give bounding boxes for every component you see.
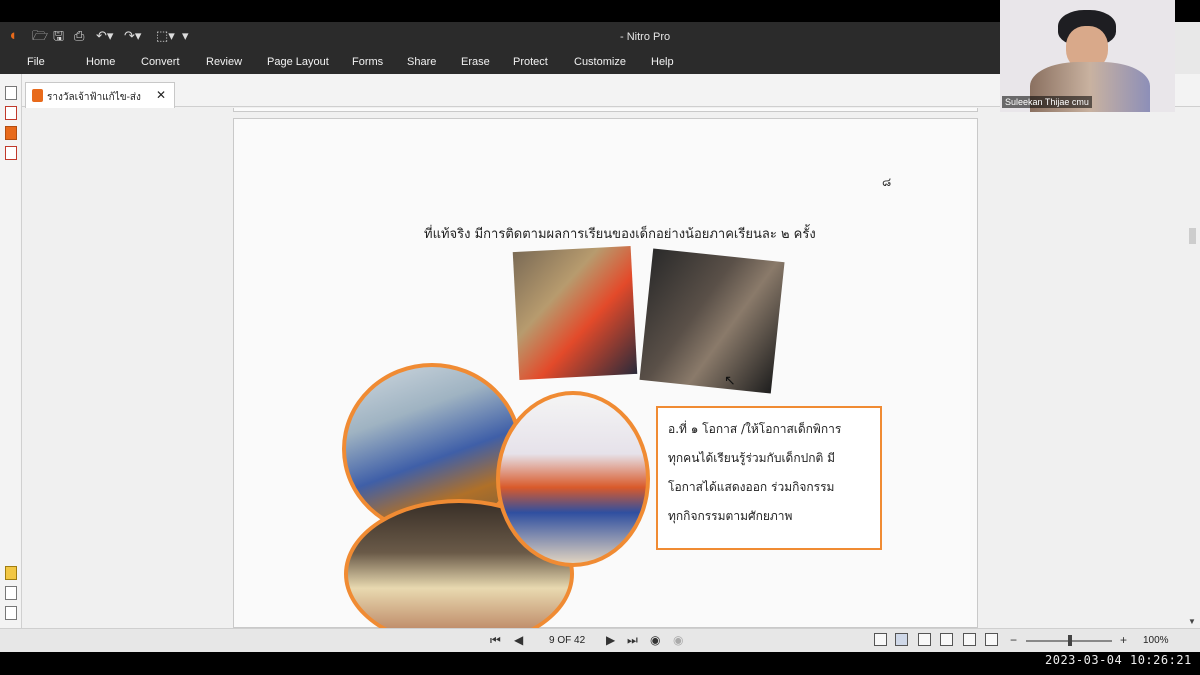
previous-page-edge (233, 108, 978, 112)
page-indicator[interactable]: 9 OF 42 (549, 635, 585, 646)
page-number: ๘ (882, 175, 892, 189)
menu-customize[interactable]: Customize (574, 56, 626, 68)
attachments-panel-icon[interactable] (5, 586, 17, 600)
menu-page-layout[interactable]: Page Layout (267, 56, 329, 68)
pages-panel-icon[interactable] (5, 86, 17, 100)
facing-view-icon[interactable] (918, 633, 931, 646)
window-title: - Nitro Pro (620, 31, 671, 43)
customize-qat-icon[interactable]: ▾ (182, 28, 189, 44)
save-icon[interactable]: 🖫 (53, 28, 64, 44)
zoom-out-icon[interactable]: − (1010, 633, 1017, 647)
print-icon[interactable]: ⎙ (74, 28, 84, 44)
menu-review[interactable]: Review (206, 56, 242, 68)
undo-icon[interactable]: ↶▾ (96, 28, 113, 44)
pdf-file-icon (32, 89, 43, 102)
status-bar: ⏮ ◀ 9 OF 42 ▶ ⏭ ◉ ◉ − + 100% (0, 628, 1200, 652)
nitro-pro-window: ◖ 🗁 🖫 ⎙ ↶▾ ↷▾ ⬚▾ ▾ - Nitro Pro File Home… (0, 22, 1200, 652)
select-tool-icon[interactable]: ⬚▾ (156, 28, 175, 44)
document-tab[interactable]: รางวัลเจ้าฟ้าแก้ไข-ส่ง ✕ (25, 82, 175, 108)
zoom-slider[interactable] (1026, 635, 1112, 646)
callout-line: ทุกกิจกรรมตามศักยภาพ (668, 509, 793, 523)
zoom-level[interactable]: 100% (1143, 635, 1169, 646)
zoom-slider-handle[interactable] (1068, 635, 1072, 646)
scroll-down-icon[interactable]: ▼ (1188, 617, 1196, 626)
fit-page-icon[interactable] (963, 633, 976, 646)
menu-home[interactable]: Home (86, 56, 115, 68)
first-page-icon[interactable]: ⏮ (490, 633, 501, 648)
webcam-name-label: Suleekan Thijae cmu (1002, 96, 1092, 108)
title-bar: ◖ 🗁 🖫 ⎙ ↶▾ ↷▾ ⬚▾ ▾ - Nitro Pro (0, 22, 1000, 52)
continuous-view-icon[interactable] (895, 633, 908, 646)
previous-view-icon[interactable]: ◉ (650, 633, 660, 647)
menu-erase[interactable]: Erase (461, 56, 490, 68)
previous-page-icon[interactable]: ◀ (514, 633, 523, 647)
photo-child-at-window (639, 248, 785, 394)
mouse-cursor-icon: ↖ (724, 372, 736, 388)
photo-teacher-with-child (512, 245, 638, 381)
nitro-logo-icon: ◖ (8, 27, 18, 44)
close-tab-icon[interactable]: ✕ (156, 88, 166, 102)
output-panel-icon[interactable] (5, 606, 17, 620)
webcam-overlay: Suleekan Thijae cmu (1000, 0, 1175, 112)
facing-continuous-view-icon[interactable] (940, 633, 953, 646)
security-panel-icon[interactable] (5, 146, 17, 160)
menu-forms[interactable]: Forms (352, 56, 383, 68)
recording-timestamp: 2023-03-04 10:26:21 (1045, 653, 1192, 667)
menu-share[interactable]: Share (407, 56, 436, 68)
page-heading: ที่แท้จริง มีการติดตามผลการเรียนของเด็กอ… (424, 227, 816, 242)
comments-panel-icon[interactable] (5, 566, 17, 580)
fit-width-icon[interactable] (985, 633, 998, 646)
menu-convert[interactable]: Convert (141, 56, 180, 68)
callout-box: อ.ที่ ๑ โอกาส /ให้โอกาสเด็กพิการ ทุกคนได… (656, 406, 882, 550)
open-folder-icon[interactable]: 🗁 (32, 28, 48, 44)
screen: ◖ 🗁 🖫 ⎙ ↶▾ ↷▾ ⬚▾ ▾ - Nitro Pro File Home… (0, 0, 1200, 675)
last-page-icon[interactable]: ⏭ (627, 633, 638, 648)
callout-line: อ.ที่ ๑ โอกาส /ให้โอกาสเด็กพิการ (668, 422, 842, 436)
scrollbar-thumb[interactable] (1189, 228, 1196, 244)
menu-protect[interactable]: Protect (513, 56, 548, 68)
document-tab-label: รางวัลเจ้าฟ้าแก้ไข-ส่ง (47, 92, 141, 103)
menu-file[interactable]: File (27, 56, 45, 68)
callout-line: โอกาสได้แสดงออก ร่วมกิจกรรม (668, 480, 835, 494)
menu-help[interactable]: Help (651, 56, 674, 68)
document-viewer[interactable]: ๘ ที่แท้จริง มีการติดตามผลการเรียนของเด็… (25, 108, 1185, 649)
next-view-icon[interactable]: ◉ (673, 633, 683, 647)
left-panel-rail (0, 74, 22, 652)
redo-icon[interactable]: ↷▾ (124, 28, 141, 44)
single-page-view-icon[interactable] (874, 633, 887, 646)
zoom-in-icon[interactable]: + (1120, 633, 1127, 647)
next-page-icon[interactable]: ▶ (606, 633, 615, 647)
callout-line: ทุกคนได้เรียนรู้ร่วมกับเด็กปกติ มี (668, 451, 835, 465)
photo-children-in-line (496, 391, 650, 567)
search-panel-icon[interactable] (5, 106, 17, 120)
menu-bar: File Home Convert Review Page Layout For… (0, 52, 1000, 74)
vertical-scrollbar[interactable]: ▼ (1185, 108, 1200, 628)
bookmarks-panel-icon[interactable] (5, 126, 17, 140)
pdf-page[interactable]: ๘ ที่แท้จริง มีการติดตามผลการเรียนของเด็… (233, 118, 978, 649)
